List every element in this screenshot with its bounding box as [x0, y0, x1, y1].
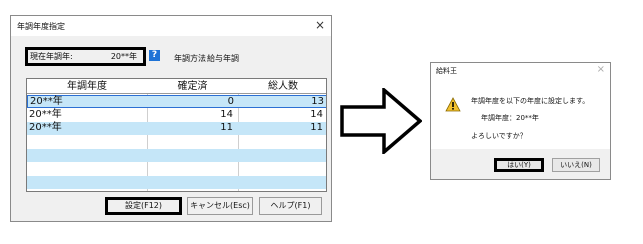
cell-confirmed: 11: [220, 122, 233, 133]
cell-confirmed: 0: [227, 96, 234, 107]
close-icon[interactable]: ×: [315, 18, 325, 32]
year-select-dialog: 年調年度指定 × 現在年調年: 20**年 ? 年調方法 給与年調 年調年度 確…: [10, 15, 332, 222]
current-year-box: 現在年調年: 20**年: [25, 47, 146, 66]
confirm-dialog-titlebar: 給料王 ×: [431, 63, 610, 79]
year-table: 年調年度 確定済 総人数 20**年 0 13 20**年 14 14 20**…: [26, 78, 327, 192]
table-row-empty: [27, 162, 326, 175]
cell-confirmed: 14: [220, 109, 233, 120]
cell-total: 14: [310, 109, 323, 120]
confirm-message-line1: 年調年度を以下の年度に設定します。: [471, 97, 590, 105]
confirm-dialog-title: 給料王: [436, 67, 457, 75]
help-icon[interactable]: ?: [149, 50, 160, 61]
year-dialog-titlebar: 年調年度指定 ×: [11, 16, 331, 36]
confirm-message-area: 年調年度を以下の年度に設定します。 年調年度：20**年 よろしいですか？: [431, 79, 610, 149]
table-row[interactable]: 20**年 11 11: [27, 122, 326, 135]
close-icon[interactable]: ×: [597, 64, 605, 75]
current-year-value: 20**年: [110, 52, 137, 61]
cell-year: 20**年: [29, 122, 62, 133]
confirm-message-line3: よろしいですか？: [471, 132, 527, 140]
table-row-empty: [27, 149, 326, 162]
table-row-empty: [27, 135, 326, 148]
warning-icon: [445, 97, 461, 112]
table-row[interactable]: 20**年 0 13: [27, 95, 326, 108]
set-button[interactable]: 設定(F12): [105, 197, 182, 215]
table-row[interactable]: 20**年 14 14: [27, 109, 326, 122]
cancel-button[interactable]: キャンセル(Esc): [187, 197, 253, 215]
current-year-label: 現在年調年:: [30, 52, 73, 61]
confirm-message-line2: 年調年度：20**年: [481, 114, 539, 122]
header-total[interactable]: 総人数: [238, 79, 326, 94]
cell-year: 20**年: [29, 109, 62, 120]
method-value: 給与年調: [207, 54, 239, 63]
year-dialog-title: 年調年度指定: [17, 22, 65, 31]
no-button[interactable]: いいえ(N): [552, 158, 600, 172]
header-confirmed[interactable]: 確定済: [147, 79, 238, 94]
help-button[interactable]: ヘルプ(F1): [259, 197, 322, 215]
cell-total: 11: [310, 122, 323, 133]
confirm-dialog: 給料王 × 年調年度を以下の年度に設定します。 年調年度：20**年 よろしいで…: [430, 62, 611, 180]
header-year[interactable]: 年調年度: [27, 79, 147, 94]
right-arrow-icon: [340, 88, 422, 154]
cell-year: 20**年: [30, 96, 63, 107]
method-label: 年調方法: [174, 54, 206, 63]
cell-total: 13: [311, 96, 324, 107]
table-row-empty: [27, 176, 326, 189]
yes-button[interactable]: はい(Y): [494, 158, 544, 172]
